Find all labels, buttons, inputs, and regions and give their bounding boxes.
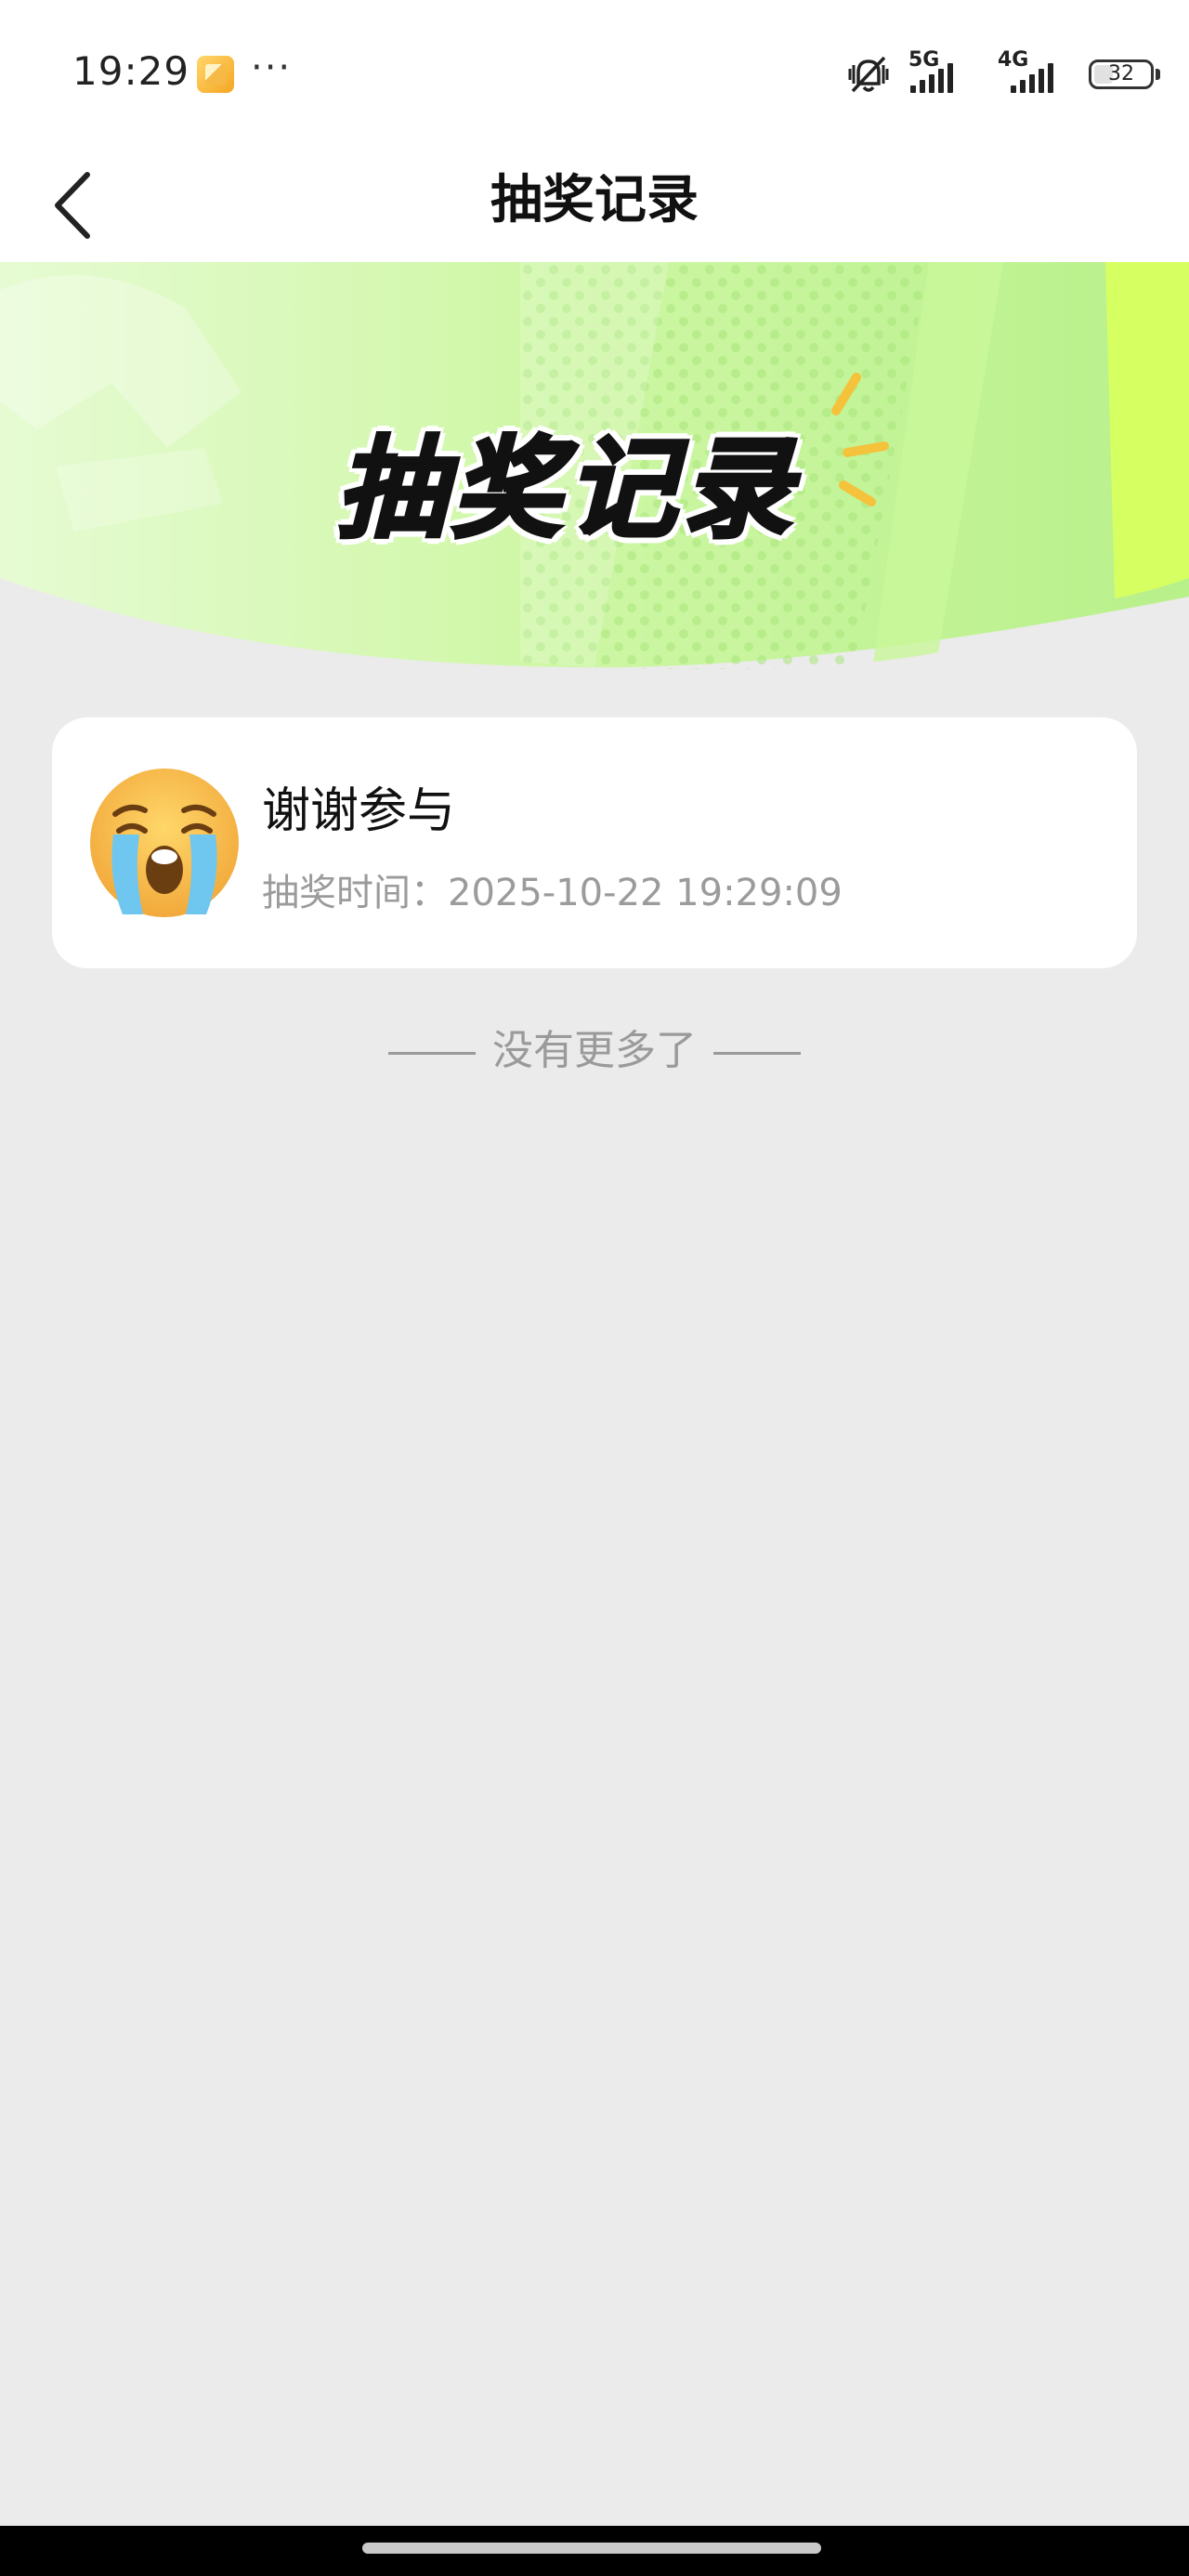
signal-4g-icon: 4G <box>998 48 1072 97</box>
more-notifications-icon: ··· <box>251 46 293 89</box>
gesture-bar <box>0 2526 1189 2576</box>
lottery-records-page: 19:29 ··· 5G 4G 32 抽奖记录 抽奖记录 谢谢参与 抽奖时间：2… <box>0 0 1189 2576</box>
mute-vibrate-icon <box>848 56 889 93</box>
battery-level: 32 <box>1108 62 1134 85</box>
banner-title: 抽奖记录 <box>334 423 797 555</box>
banner: 抽奖记录 <box>0 262 1189 671</box>
no-more-text: 没有更多了 <box>492 1027 697 1074</box>
divider-left <box>388 1051 476 1055</box>
record-title: 谢谢参与 <box>262 783 456 839</box>
signal-5g-icon: 5G <box>908 48 983 97</box>
crying-face-icon <box>90 769 239 917</box>
home-indicator[interactable] <box>362 2543 821 2554</box>
record-time-label: 抽奖时间： <box>262 872 448 914</box>
battery-icon: 32 <box>1089 59 1154 89</box>
page-title: 抽奖记录 <box>490 170 699 230</box>
status-bar: 19:29 ··· 5G 4G 32 <box>0 0 1189 149</box>
no-more-indicator: 没有更多了 <box>0 1017 1189 1076</box>
divider-right <box>713 1051 801 1055</box>
record-time: 抽奖时间：2025-10-22 19:29:09 <box>262 862 843 916</box>
notification-app-icon <box>197 56 234 93</box>
record-time-value: 2025-10-22 19:29:09 <box>448 872 843 914</box>
record-card: 谢谢参与 抽奖时间：2025-10-22 19:29:09 <box>52 717 1137 968</box>
status-indicators: 5G 4G 32 <box>799 0 1189 149</box>
status-time: 19:29 <box>72 48 190 94</box>
